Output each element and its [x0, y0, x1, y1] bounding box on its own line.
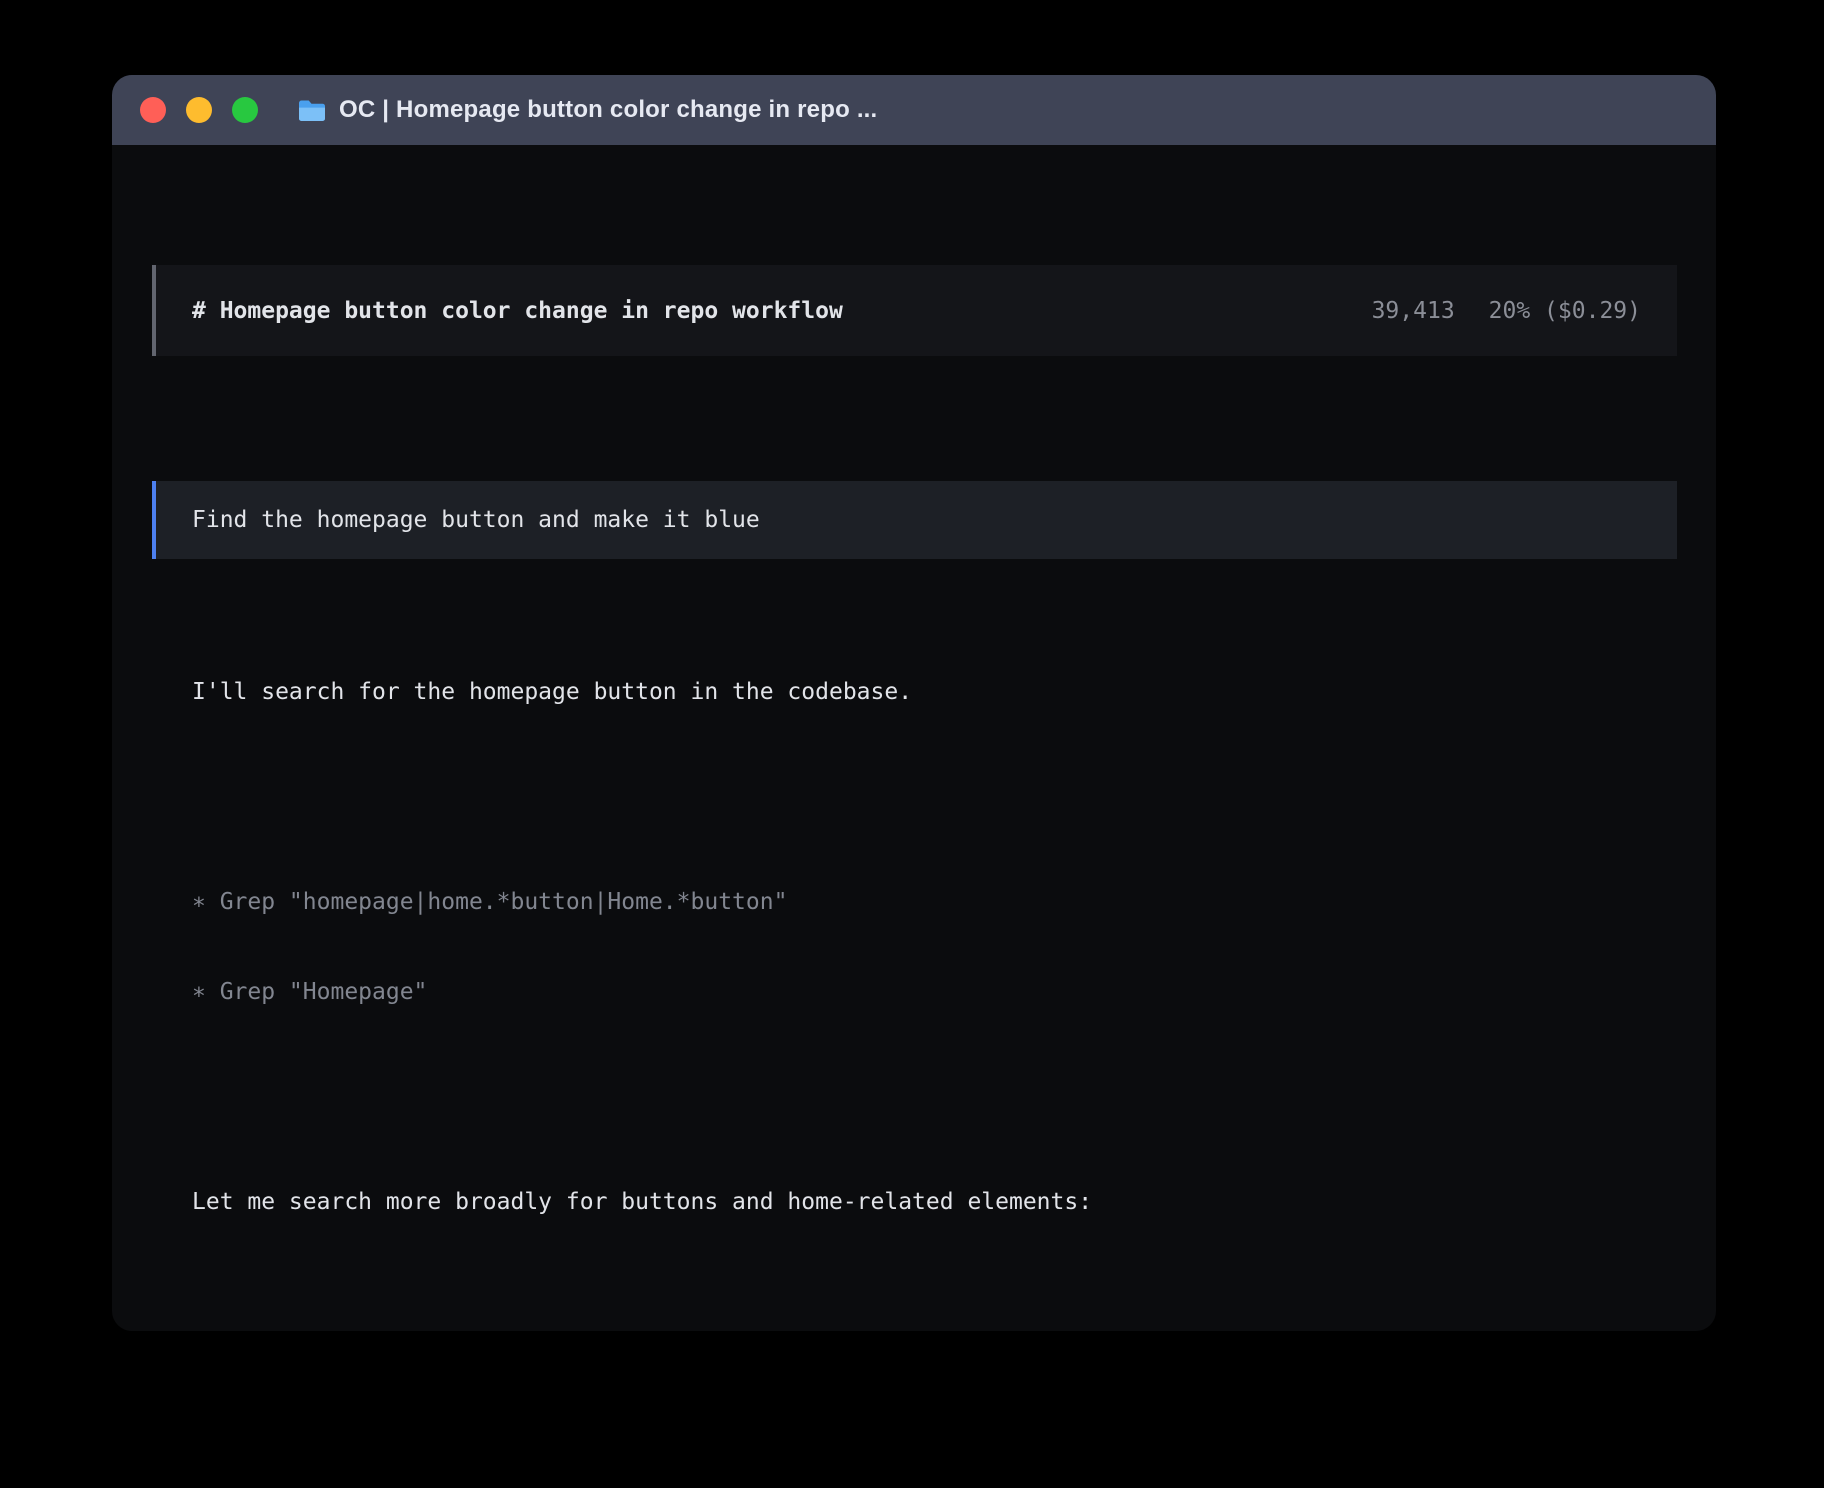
token-count: 39,413 — [1372, 296, 1455, 326]
title-area: OC | Homepage button color change in rep… — [298, 96, 877, 124]
assistant-message-intro: I'll search for the homepage button in t… — [192, 677, 1677, 707]
session-title: # Homepage button color change in repo w… — [192, 296, 843, 326]
folder-icon — [298, 99, 326, 122]
terminal-window: OC | Homepage button color change in rep… — [112, 75, 1716, 1331]
zoom-button[interactable] — [232, 97, 258, 123]
traffic-lights — [140, 97, 258, 123]
minimize-button[interactable] — [186, 97, 212, 123]
session-header: # Homepage button color change in repo w… — [152, 265, 1677, 356]
window-titlebar[interactable]: OC | Homepage button color change in rep… — [112, 75, 1716, 145]
tool-call-grep: ∗ Grep "Homepage" — [192, 977, 1677, 1007]
assistant-message-broaden: Let me search more broadly for buttons a… — [192, 1187, 1677, 1217]
user-message-text: Find the homepage button and make it blu… — [192, 505, 760, 535]
session-stats: 39,413 20% ($0.29) — [1372, 296, 1641, 326]
user-message: Find the homepage button and make it blu… — [152, 481, 1677, 559]
context-usage: 20% ($0.29) — [1489, 296, 1641, 326]
terminal-content: # Homepage button color change in repo w… — [112, 145, 1716, 1331]
tool-call-group: ∗ Grep "homepage|home.*button|Home.*butt… — [192, 827, 1677, 1067]
window-title: OC | Homepage button color change in rep… — [339, 96, 877, 124]
tool-call-grep: ∗ Grep "homepage|home.*button|Home.*butt… — [192, 887, 1677, 917]
close-button[interactable] — [140, 97, 166, 123]
